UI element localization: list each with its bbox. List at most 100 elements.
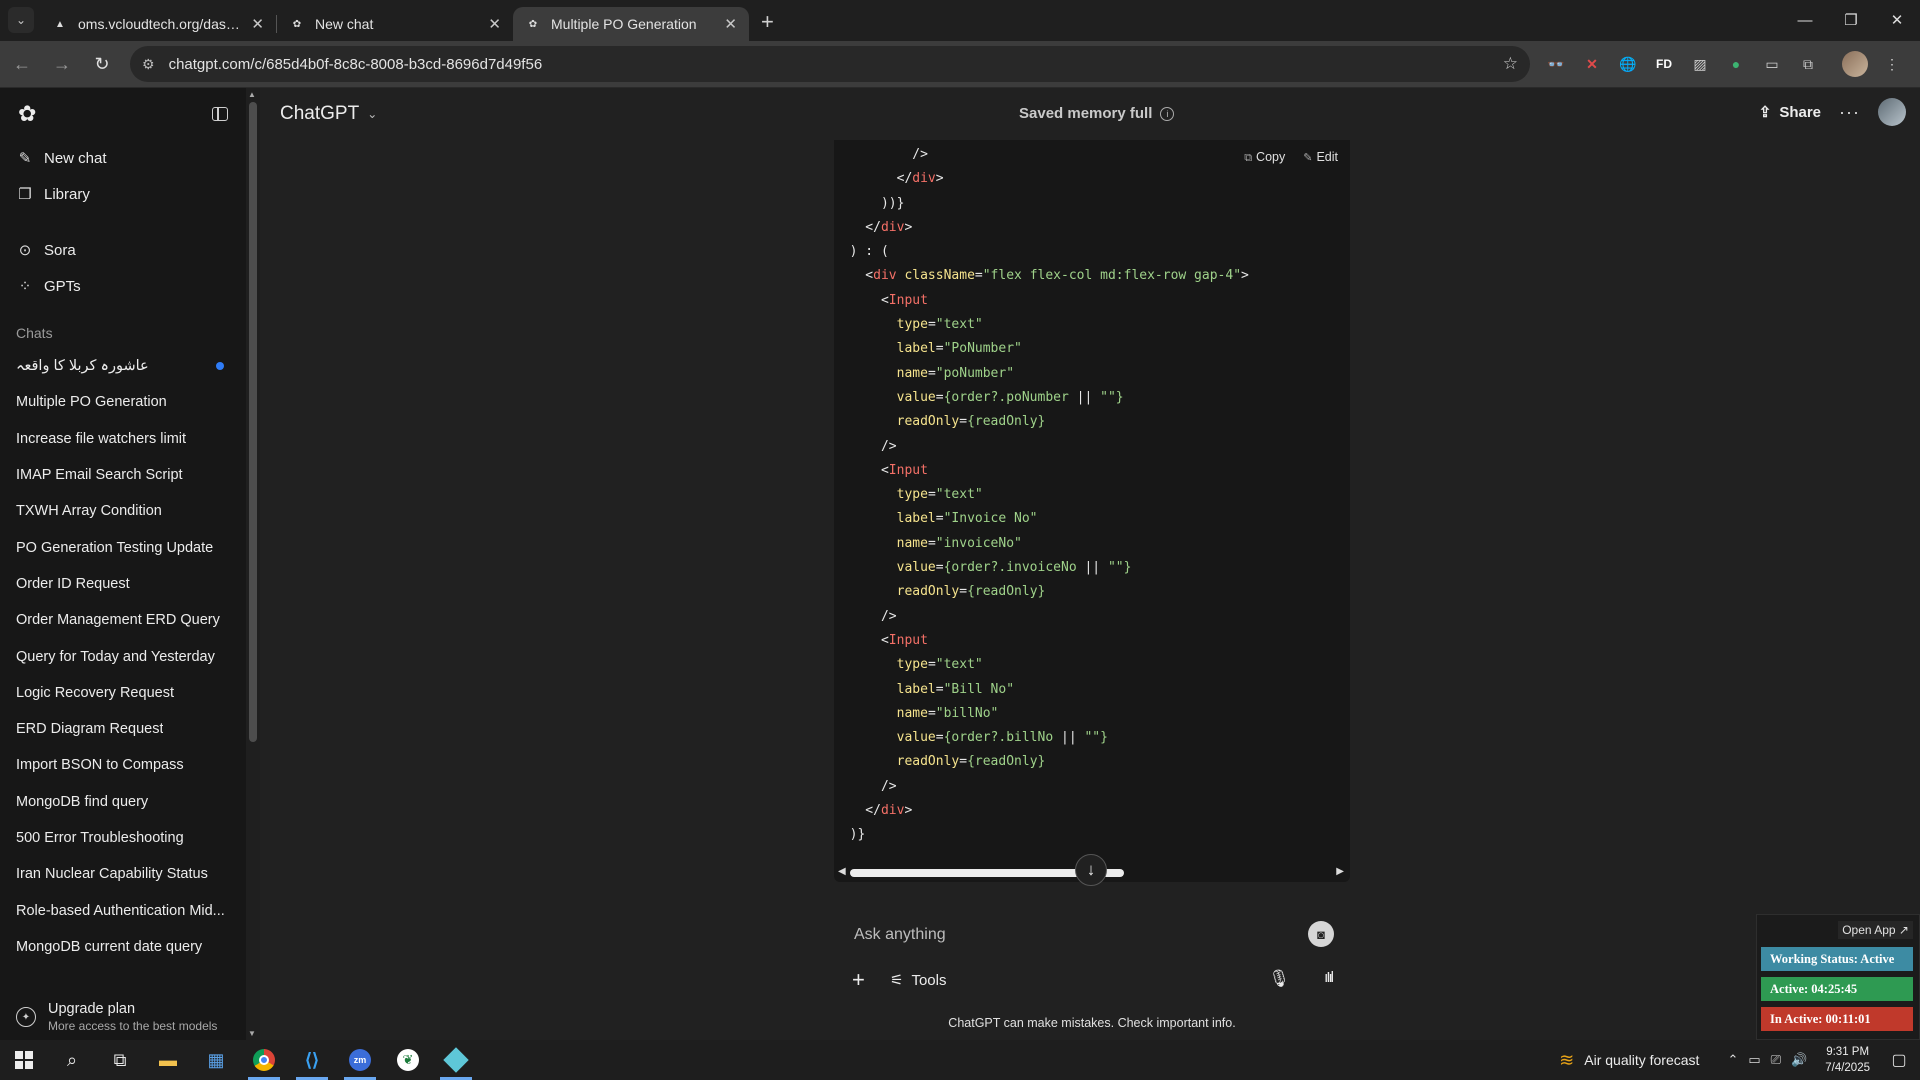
memory-status[interactable]: Saved memory full i [1019,105,1175,122]
tools-button[interactable]: ⚟ Tools [890,971,946,990]
weather-widget[interactable]: ≋ Air quality forecast [1559,1050,1699,1071]
code-line: value={order?.invoiceNo || ""} [834,556,1350,580]
chat-history-item[interactable]: TXWH Array Condition [0,493,246,529]
microphone-icon[interactable]: 🎙 [1268,969,1290,989]
store-icon[interactable]: ▦ [192,1040,240,1080]
share-button[interactable]: ⇪ Share [1759,103,1821,122]
tab-close-icon[interactable]: ✕ [724,15,737,33]
restore-icon[interactable]: ❐ [1828,0,1874,40]
scroll-up-icon[interactable]: ▲ [248,90,256,99]
forward-icon[interactable]: → [44,46,80,82]
chat-history-item[interactable]: Logic Recovery Request [0,675,246,711]
puzzle-icon[interactable]: ⧉ [1796,52,1820,76]
chat-history-list: عاشورہ کربلا کا واقعہ Multiple PO Generat… [0,348,246,965]
chat-history-item[interactable]: Increase file watchers limit [0,421,246,457]
more-options-icon[interactable]: ··· [1839,102,1860,123]
code-line: readOnly={readOnly} [834,580,1350,604]
chat-history-item[interactable]: MongoDB current date query [0,929,246,965]
chat-history-item[interactable]: Role-based Authentication Mid... [0,892,246,928]
openai-logo-icon[interactable]: ✿ [18,101,36,127]
minimize-icon[interactable]: — [1782,0,1828,40]
scroll-to-bottom-button[interactable]: ↓ [1075,854,1107,886]
chat-history-item[interactable]: 500 Error Troubleshooting [0,820,246,856]
chat-history-item[interactable]: Iran Nuclear Capability Status [0,856,246,892]
vscode-icon[interactable]: ⟨⟩ [288,1040,336,1080]
site-info-icon[interactable]: ⚙ [142,56,155,73]
browser-tab-2[interactable]: ✿ New chat ✕ [277,7,513,41]
back-icon[interactable]: ← [4,46,40,82]
scroll-left-icon[interactable]: ◀ [838,866,846,877]
task-view-icon[interactable]: ⧉ [96,1040,144,1080]
tab-search-button[interactable]: ⌄ [8,7,34,33]
notification-icon[interactable]: ▢ [1884,1050,1914,1070]
info-icon[interactable]: i [1160,106,1175,121]
chat-history-item[interactable]: Query for Today and Yesterday [0,638,246,674]
address-bar[interactable]: ⚙ chatgpt.com/c/685d4b0f-8c8c-8008-b3cd-… [130,46,1530,82]
voice-mode-icon[interactable]: ıIıl [1324,969,1334,986]
green-circle-icon[interactable]: ● [1724,52,1748,76]
code-token: "Bill No" [943,681,1015,697]
sidebar-item-new-chat[interactable]: ✎ New chat [0,140,246,176]
profile-avatar[interactable] [1842,51,1868,77]
battery-icon[interactable]: ▭ [1748,1052,1760,1068]
chat-history-item[interactable]: MongoDB find query [0,784,246,820]
browser-menu-icon[interactable]: ⋮ [1880,52,1904,76]
chat-history-item[interactable]: Import BSON to Compass [0,747,246,783]
bookmark-star-icon[interactable]: ☆ [1503,54,1518,74]
glasses-icon[interactable]: 👓 [1544,52,1568,76]
chat-history-item[interactable]: Order ID Request [0,566,246,602]
code-token: type [896,317,928,333]
sidebar-item-sora[interactable]: ⊙ Sora [0,232,246,268]
scroll-right-icon[interactable]: ▶ [1336,866,1344,877]
scroll-down-icon[interactable]: ▼ [248,1029,256,1038]
chevron-up-icon[interactable]: ⌃ [1727,1052,1738,1068]
url-text[interactable]: chatgpt.com/c/685d4b0f-8c8c-8008-b3cd-86… [169,56,1503,73]
copy-code-button[interactable]: ⧉ Copy [1244,150,1285,165]
play-circle-icon: ⊙ [18,242,32,259]
add-attachment-icon[interactable]: + [852,967,865,993]
chrome-icon[interactable] [240,1040,288,1080]
clock[interactable]: 9:31 PM 7/4/2025 [1825,1044,1870,1076]
zoom-icon[interactable]: zm [336,1040,384,1080]
open-app-button[interactable]: Open App ↗ [1838,921,1913,939]
chat-history-item[interactable]: عاشورہ کربلا کا واقعہ [0,348,246,384]
fd-extension-icon[interactable]: FD [1652,52,1676,76]
file-explorer-icon[interactable]: ▬ [144,1040,192,1080]
windows-start-icon[interactable] [0,1040,48,1080]
new-tab-button[interactable]: + [761,7,774,37]
chat-history-item[interactable]: Multiple PO Generation [0,384,246,420]
globe-icon[interactable]: 🌐 [1616,52,1640,76]
chat-history-item[interactable]: IMAP Email Search Script [0,457,246,493]
robot-icon[interactable]: ◙ [1308,921,1334,947]
network-icon[interactable]: ⎚ [1771,1052,1781,1068]
chat-history-item[interactable]: Order Management ERD Query [0,602,246,638]
sidebar-toggle-icon[interactable] [212,107,228,121]
scrollbar-thumb[interactable] [249,102,257,742]
sidebar-item-gpts[interactable]: ⁘ GPTs [0,268,246,304]
tab-close-icon[interactable]: ✕ [251,15,264,33]
browser-tab-3[interactable]: ✿ Multiple PO Generation ✕ [513,7,749,41]
app-icon[interactable] [432,1040,480,1080]
tab-close-icon[interactable]: ✕ [488,15,501,33]
close-window-icon[interactable]: ✕ [1874,0,1920,40]
edit-code-button[interactable]: ✎ Edit [1303,150,1338,165]
search-icon[interactable]: ⌕ [48,1040,96,1080]
prompt-input[interactable]: Ask anything [854,926,946,944]
reload-icon[interactable]: ↻ [84,46,120,82]
browser-tab-1[interactable]: ▲ oms.vcloudtech.org/dashboard ✕ [40,7,276,41]
x-icon[interactable]: ✕ [1580,52,1604,76]
volume-icon[interactable]: 🔊 [1791,1052,1807,1068]
upgrade-plan-button[interactable]: ✦ Upgrade plan More access to the best m… [0,994,246,1040]
code-line: value={order?.billNo || ""} [834,726,1350,750]
mongodb-compass-icon[interactable]: ❦ [384,1040,432,1080]
user-avatar[interactable] [1878,98,1906,126]
model-selector[interactable]: ChatGPT ⌄ [280,103,377,125]
image-icon[interactable]: ▨ [1688,52,1712,76]
sidebar-item-library[interactable]: ❐ Library [0,176,246,212]
sidebar-scrollbar[interactable]: ▲ ▼ [246,88,260,1040]
chat-history-item[interactable]: PO Generation Testing Update [0,529,246,565]
cast-icon[interactable]: ▭ [1760,52,1784,76]
chat-history-item[interactable]: ERD Diagram Request [0,711,246,747]
